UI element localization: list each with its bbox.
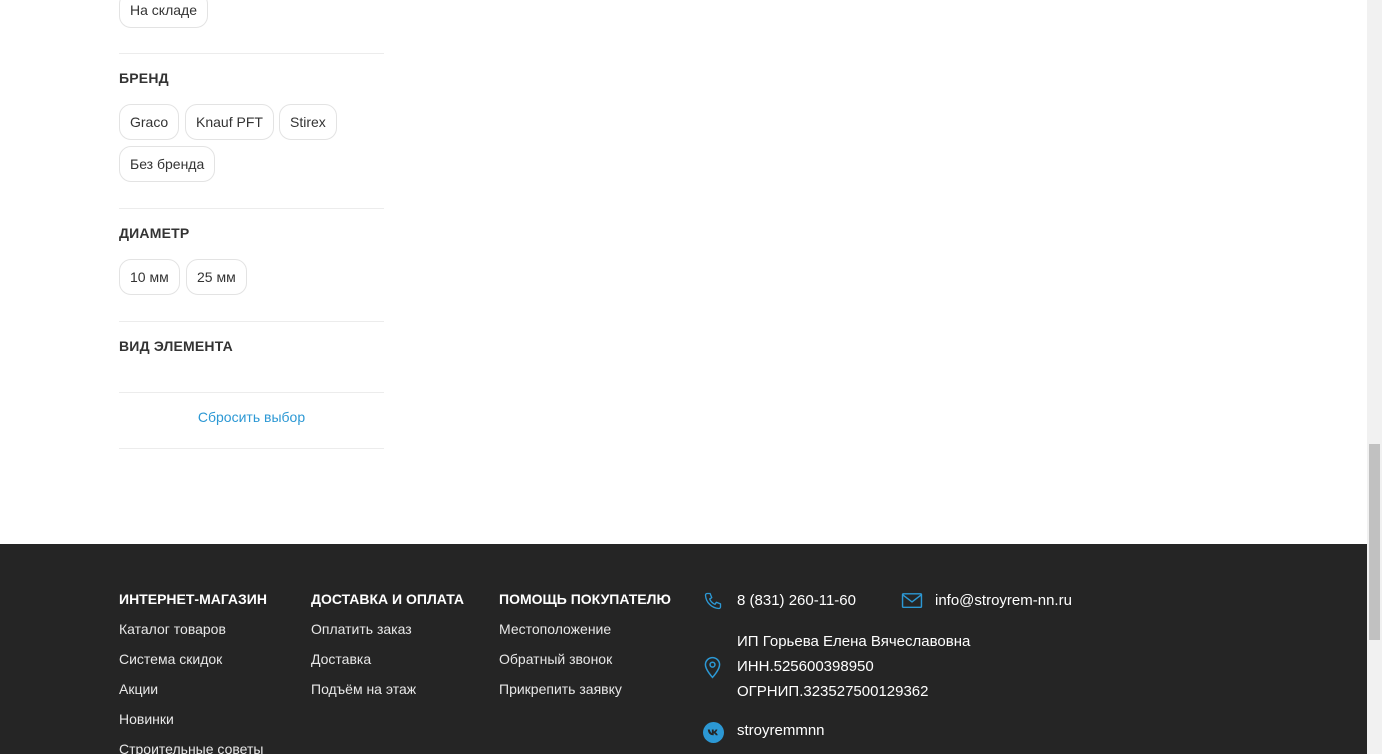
footer-heading[interactable]: ПОМОЩЬ ПОКУПАТЕЛЮ — [499, 590, 671, 608]
footer-link-delivery[interactable]: Доставка — [311, 650, 464, 668]
filter-chip-diameter[interactable]: 10 мм — [119, 259, 180, 295]
footer-column-delivery: ДОСТАВКА И ОПЛАТА Оплатить заказ Доставк… — [311, 590, 464, 710]
filter-title-brand: БРЕНД — [119, 70, 169, 86]
scrollbar[interactable] — [1367, 0, 1382, 754]
footer-column-help: ПОМОЩЬ ПОКУПАТЕЛЮ Местоположение Обратны… — [499, 590, 671, 710]
company-name: ИП Горьева Елена Вячеславовна — [737, 633, 971, 650]
vk-icon[interactable] — [703, 722, 724, 748]
filter-chip-brand[interactable]: Graco — [119, 104, 180, 140]
filter-chip-brand[interactable]: Без бренда — [119, 146, 216, 182]
footer-link-location[interactable]: Местоположение — [499, 620, 671, 638]
footer-link-attach-request[interactable]: Прикрепить заявку — [499, 680, 671, 698]
divider — [119, 448, 384, 449]
filter-chip-in-stock[interactable]: На складе — [119, 0, 208, 28]
filter-chip-brand[interactable]: Knauf PFT — [185, 104, 274, 140]
divider — [119, 392, 384, 393]
footer-heading[interactable]: ДОСТАВКА И ОПЛАТА — [311, 590, 464, 608]
footer-requisites: ИП Горьева Елена Вячеславовна ИНН.525600… — [737, 629, 970, 704]
page: На складе БРЕНД Graco Knauf PFT Stirex Б… — [0, 0, 1367, 754]
company-ogrnip: ОГРНИП.323527500129362 — [737, 683, 929, 700]
footer-phone-link[interactable]: 8 (831) 260-11-60 — [737, 592, 856, 609]
footer-column-shop: ИНТЕРНЕТ-МАГАЗИН Каталог товаров Система… — [119, 590, 267, 754]
divider — [119, 208, 384, 209]
filter-title-diameter: ДИАМЕТР — [119, 225, 190, 241]
divider — [119, 321, 384, 322]
filter-chip-diameter[interactable]: 25 мм — [186, 259, 247, 295]
footer-link-callback[interactable]: Обратный звонок — [499, 650, 671, 668]
footer: ИНТЕРНЕТ-МАГАЗИН Каталог товаров Система… — [0, 544, 1367, 754]
footer-vk-link[interactable]: stroyremmnn — [737, 722, 825, 739]
divider — [119, 53, 384, 54]
footer-link-pay-order[interactable]: Оплатить заказ — [311, 620, 464, 638]
location-pin-icon — [704, 656, 721, 684]
scrollbar-thumb[interactable] — [1369, 444, 1380, 640]
phone-icon — [703, 591, 723, 616]
filter-chip-brand[interactable]: Stirex — [279, 104, 337, 140]
reset-filters-link[interactable]: Сбросить выбор — [119, 409, 384, 425]
mail-icon — [901, 592, 923, 615]
footer-link-new[interactable]: Новинки — [119, 710, 267, 728]
footer-link-promotions[interactable]: Акции — [119, 680, 267, 698]
footer-heading[interactable]: ИНТЕРНЕТ-МАГАЗИН — [119, 590, 267, 608]
footer-link-tips[interactable]: Строительные советы — [119, 740, 267, 754]
footer-email-link[interactable]: info@stroyrem-nn.ru — [935, 592, 1072, 609]
footer-link-discounts[interactable]: Система скидок — [119, 650, 267, 668]
footer-link-catalog[interactable]: Каталог товаров — [119, 620, 267, 638]
company-inn: ИНН.525600398950 — [737, 658, 874, 675]
footer-link-floor-lift[interactable]: Подъём на этаж — [311, 680, 464, 698]
filter-title-element-type[interactable]: ВИД ЭЛЕМЕНТА — [119, 338, 233, 354]
